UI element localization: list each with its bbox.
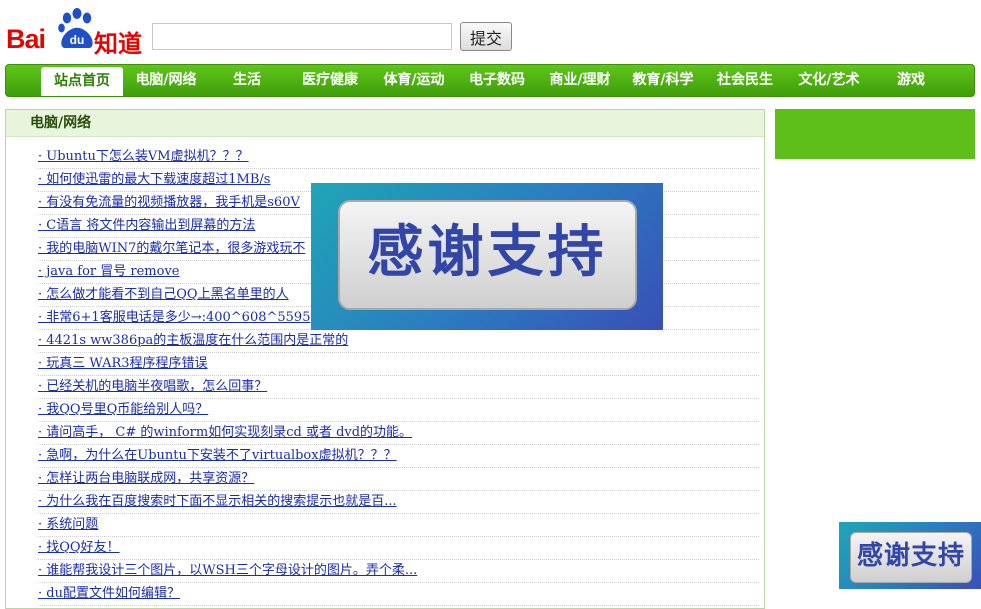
- question-link[interactable]: · 请问高手， C# 的winform如何实现刻录cd 或者 dvd的功能。: [38, 425, 412, 440]
- question-link[interactable]: · java for 冒号 remove: [38, 264, 180, 279]
- question-link[interactable]: · 4421s ww386pa的主板温度在什么范围内是正常的: [38, 333, 348, 348]
- thanks-support-text: 感谢支持: [850, 532, 972, 583]
- nav-item-business[interactable]: 商业/理财: [542, 65, 618, 96]
- question-link[interactable]: · 为什么我在百度搜索时下面不显示相关的搜索提示也就是百...: [38, 494, 397, 509]
- question-link[interactable]: · 怎么做才能看不到自己QQ上黑名单里的人: [38, 287, 289, 302]
- nav-item-home[interactable]: 站点首页: [41, 67, 123, 96]
- nav-item-society[interactable]: 社会民生: [709, 65, 781, 96]
- logo-zhidao-text: 知道: [94, 30, 142, 58]
- list-item: · 请问高手， C# 的winform如何实现刻录cd 或者 dvd的功能。: [38, 422, 759, 445]
- list-item: · 玩真三 WAR3程序程序错误: [38, 353, 759, 376]
- question-link[interactable]: · 有没有免流量的视频播放器，我手机是s60V: [38, 195, 300, 210]
- nav-item-education[interactable]: 教育/科学: [625, 65, 701, 96]
- thanks-support-badge-small: 感谢支持: [839, 522, 981, 589]
- list-item: · 怎样让两台电脑联成网，共享资源？: [38, 468, 759, 491]
- question-link[interactable]: · 谁能帮我设计三个图片，以WSH三个字母设计的图片。弄个柔...: [38, 563, 417, 578]
- list-item: · 已经关机的电脑半夜唱歌，怎么回事？: [38, 376, 759, 399]
- list-item: · 找QQ好友！: [38, 537, 759, 560]
- nav-item-sports[interactable]: 体育/运动: [376, 65, 452, 96]
- question-link[interactable]: · Ubuntu下怎么装VM虚拟机？？？: [38, 149, 249, 164]
- nav-item-culture[interactable]: 文化/艺术: [791, 65, 867, 96]
- question-link[interactable]: · 怎样让两台电脑联成网，共享资源？: [38, 471, 254, 486]
- sidebar-banner: [775, 109, 975, 159]
- nav-item-digital[interactable]: 电子数码: [461, 65, 533, 96]
- nav-item-games[interactable]: 游戏: [891, 65, 931, 96]
- nav-item-health[interactable]: 医疗健康: [294, 65, 366, 96]
- list-item: · 为什么我在百度搜索时下面不显示相关的搜索提示也就是百...: [38, 491, 759, 514]
- list-item: · 4421s ww386pa的主板温度在什么范围内是正常的: [38, 330, 759, 353]
- list-item: · 谁能帮我设计三个图片，以WSH三个字母设计的图片。弄个柔...: [38, 560, 759, 583]
- list-item: · 我QQ号里Q币能给别人吗？: [38, 399, 759, 422]
- list-item: · 系统问题: [38, 514, 759, 537]
- search-input[interactable]: [152, 23, 452, 50]
- logo-du-text: du: [70, 33, 85, 47]
- list-item: · 急啊，为什么在Ubuntu下安装不了virtualbox虚拟机？？？: [38, 445, 759, 468]
- logo-bai-text: Bai: [6, 24, 46, 54]
- question-link[interactable]: · 如何使迅雷的最大下载速度超过1MB/s: [38, 172, 270, 187]
- category-nav-bar: 站点首页 电脑/网络 生活 医疗健康 体育/运动 电子数码 商业/理财 教育/科…: [5, 64, 975, 97]
- question-link[interactable]: · du配置文件如何编辑？: [38, 586, 180, 601]
- submit-button[interactable]: 提交: [460, 22, 512, 51]
- question-link[interactable]: · 我的电脑WIN7的戴尔笔记本，很多游戏玩不: [38, 241, 305, 256]
- thanks-support-text: 感谢支持: [338, 200, 637, 310]
- baidu-zhidao-logo[interactable]: Bai du 知道: [6, 8, 142, 58]
- question-link[interactable]: · 系统问题: [38, 517, 98, 532]
- list-item: · Ubuntu下怎么装VM虚拟机？？？: [38, 146, 759, 169]
- list-item: · du配置文件如何编辑？: [38, 583, 759, 606]
- nav-item-computer-network[interactable]: 电脑/网络: [125, 65, 207, 96]
- question-link[interactable]: · C语言 将文件内容输出到屏幕的方法: [38, 218, 255, 233]
- question-link[interactable]: · 玩真三 WAR3程序程序错误: [38, 356, 208, 371]
- thanks-support-badge-large: 感谢支持: [311, 183, 663, 330]
- question-link[interactable]: · 非常6+1客服电话是多少→:400^608^5595: [38, 310, 310, 325]
- question-link[interactable]: · 找QQ好友！: [38, 540, 120, 555]
- nav-item-life[interactable]: 生活: [217, 65, 277, 96]
- question-link[interactable]: · 已经关机的电脑半夜唱歌，怎么回事？: [38, 379, 267, 394]
- panel-title: 电脑/网络: [6, 110, 764, 137]
- paw-icon: du: [58, 8, 93, 48]
- question-link[interactable]: · 我QQ号里Q币能给别人吗？: [38, 402, 208, 417]
- question-link[interactable]: · 急啊，为什么在Ubuntu下安装不了virtualbox虚拟机？？？: [38, 448, 397, 463]
